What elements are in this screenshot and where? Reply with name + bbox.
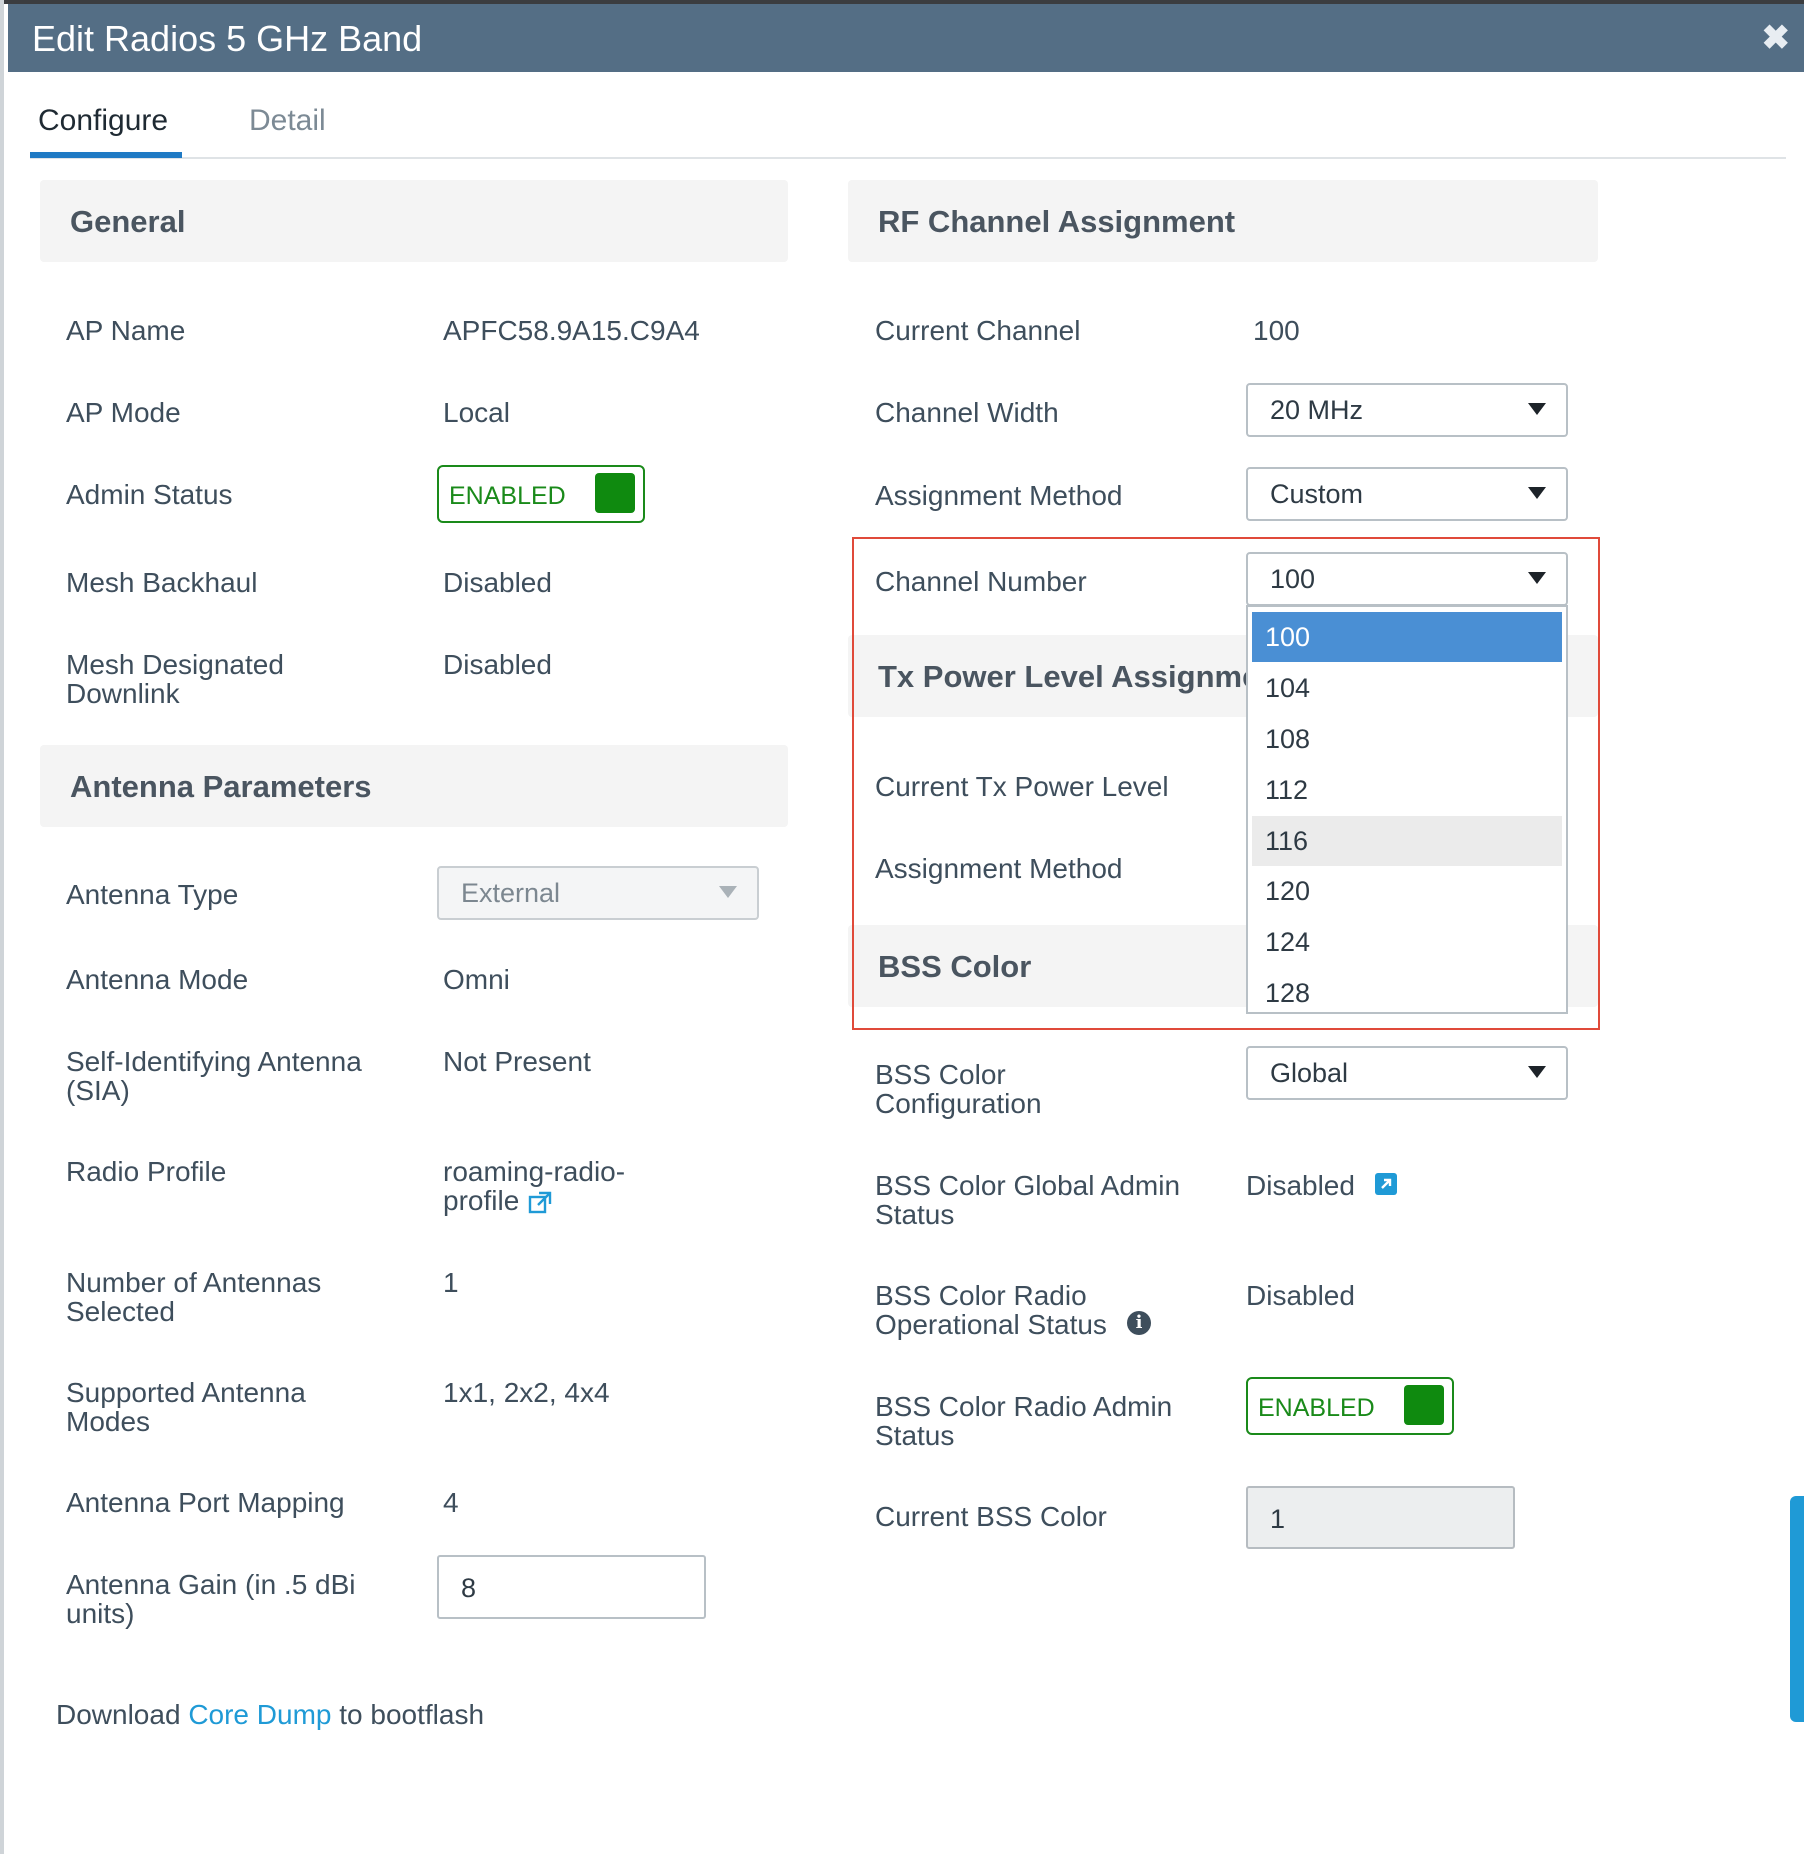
bss-color-config-select[interactable]: Global — [1246, 1046, 1568, 1100]
channel-number-label: Channel Number — [875, 566, 1087, 597]
channel-option[interactable]: 100 — [1252, 612, 1562, 662]
toggle-knob — [1404, 1385, 1444, 1425]
edit-radio-modal: Edit Radios 5 GHz Band ✖ Configure Detai… — [0, 0, 1804, 1854]
antenna-type-label: Antenna Type — [66, 879, 239, 910]
download-suffix: to bootflash — [331, 1699, 485, 1730]
antenna-type-select: External — [437, 866, 759, 920]
chevron-down-icon — [1528, 1066, 1546, 1078]
supported-modes-label: Supported Antenna Modes — [66, 1377, 306, 1437]
modal-header: Edit Radios 5 GHz Band ✖ — [8, 4, 1804, 72]
channel-number-select[interactable]: 100 — [1246, 552, 1568, 606]
scrollbar-thumb[interactable] — [1790, 1496, 1804, 1722]
supported-modes-value: 1x1, 2x2, 4x4 — [443, 1377, 610, 1408]
rf-section-title: RF Channel Assignment — [878, 204, 1236, 239]
admin-status-toggle-label: ENABLED — [449, 482, 566, 510]
rf-section-header: RF Channel Assignment — [848, 180, 1598, 262]
sia-label: Self-Identifying Antenna (SIA) — [66, 1046, 362, 1106]
tab-detail[interactable]: Detail — [249, 104, 326, 138]
external-link-icon[interactable] — [1375, 1173, 1397, 1195]
info-icon[interactable]: i — [1127, 1311, 1151, 1335]
mesh-designated-downlink-value: Disabled — [443, 649, 552, 680]
admin-status-toggle[interactable]: ENABLED — [437, 465, 645, 523]
external-link-icon[interactable] — [527, 1190, 553, 1216]
chevron-down-icon — [1528, 572, 1546, 584]
mesh-backhaul-value: Disabled — [443, 567, 552, 598]
current-bss-color-input: 1 — [1246, 1486, 1515, 1549]
modal-title: Edit Radios 5 GHz Band — [32, 18, 423, 59]
core-dump-link[interactable]: Core Dump — [188, 1699, 331, 1730]
port-mapping-label: Antenna Port Mapping — [66, 1487, 345, 1518]
download-core-dump: Download Core Dump to bootflash — [56, 1700, 484, 1729]
channel-option[interactable]: 124 — [1252, 917, 1562, 967]
antenna-gain-label: Antenna Gain (in .5 dBi units) — [66, 1569, 356, 1629]
general-section-title: General — [70, 204, 186, 239]
channel-option[interactable]: 116 — [1252, 816, 1562, 866]
bss-global-admin-label: BSS Color Global Admin Status — [875, 1170, 1181, 1230]
num-antennas-value: 1 — [443, 1267, 459, 1298]
ap-mode-value: Local — [443, 397, 510, 428]
toggle-knob — [595, 473, 635, 513]
bss-radio-admin-toggle[interactable]: ENABLED — [1246, 1377, 1454, 1435]
channel-option[interactable]: 104 — [1252, 663, 1562, 713]
bss-section-title: BSS Color — [878, 949, 1032, 984]
mesh-designated-downlink-label: Mesh Designated Downlink — [66, 649, 284, 709]
tab-divider — [30, 157, 1786, 159]
tab-configure[interactable]: Configure — [38, 104, 168, 138]
channel-width-label: Channel Width — [875, 397, 1059, 428]
channel-width-value: 20 MHz — [1270, 395, 1364, 425]
channel-option[interactable]: 112 — [1252, 765, 1562, 815]
antenna-mode-label: Antenna Mode — [66, 964, 249, 995]
bss-color-config-label: BSS Color Configuration — [875, 1059, 1042, 1119]
bss-radio-admin-label: BSS Color Radio Admin Status — [875, 1391, 1173, 1451]
chevron-down-icon — [1528, 403, 1546, 415]
rf-assignment-method-label: Assignment Method — [875, 480, 1123, 511]
ap-name-value: APFC58.9A15.C9A4 — [443, 315, 700, 346]
current-bss-color-value: 1 — [1270, 1504, 1286, 1534]
rf-assignment-method-value: Custom — [1270, 479, 1364, 509]
close-icon[interactable]: ✖ — [1762, 18, 1791, 58]
current-tx-power-label: Current Tx Power Level — [875, 771, 1169, 802]
channel-width-select[interactable]: 20 MHz — [1246, 383, 1568, 437]
chevron-down-icon — [719, 886, 737, 898]
bss-radio-admin-toggle-label: ENABLED — [1258, 1394, 1375, 1422]
admin-status-label: Admin Status — [66, 479, 233, 510]
mesh-backhaul-label: Mesh Backhaul — [66, 567, 258, 598]
current-channel-value: 100 — [1253, 315, 1300, 346]
channel-number-value: 100 — [1270, 564, 1316, 594]
channel-number-options: 100 104 108 112 116 120 124 128 — [1246, 605, 1568, 1014]
bss-global-admin-value: Disabled — [1246, 1170, 1355, 1201]
port-mapping-value: 4 — [443, 1487, 459, 1518]
tx-assignment-method-label: Assignment Method — [875, 853, 1123, 884]
num-antennas-label: Number of Antennas Selected — [66, 1267, 322, 1327]
antenna-gain-value[interactable]: 8 — [461, 1573, 476, 1604]
channel-option[interactable]: 128 — [1252, 968, 1562, 1018]
antenna-type-value: External — [461, 878, 561, 908]
radio-profile-link[interactable]: roaming-radio-profile — [443, 1157, 673, 1216]
radio-profile-label: Radio Profile — [66, 1156, 227, 1187]
bss-radio-oper-value: Disabled — [1246, 1280, 1355, 1311]
active-tab-indicator — [30, 152, 182, 158]
ap-mode-label: AP Mode — [66, 397, 181, 428]
antenna-gain-input[interactable]: 8 — [437, 1555, 706, 1619]
general-section-header: General — [40, 180, 788, 262]
rf-assignment-method-select[interactable]: Custom — [1246, 467, 1568, 521]
tx-section-title: Tx Power Level Assignmer — [878, 659, 1272, 694]
channel-option[interactable]: 120 — [1252, 866, 1562, 916]
current-bss-color-label: Current BSS Color — [875, 1501, 1107, 1532]
current-channel-label: Current Channel — [875, 315, 1081, 346]
sia-value: Not Present — [443, 1046, 591, 1077]
antenna-mode-value: Omni — [443, 964, 510, 995]
antenna-section-header: Antenna Parameters — [40, 745, 788, 827]
chevron-down-icon — [1528, 487, 1546, 499]
ap-name-label: AP Name — [66, 315, 186, 346]
bss-color-config-value: Global — [1270, 1058, 1349, 1088]
download-prefix: Download — [56, 1699, 189, 1730]
antenna-section-title: Antenna Parameters — [70, 769, 372, 804]
channel-option[interactable]: 108 — [1252, 714, 1562, 764]
